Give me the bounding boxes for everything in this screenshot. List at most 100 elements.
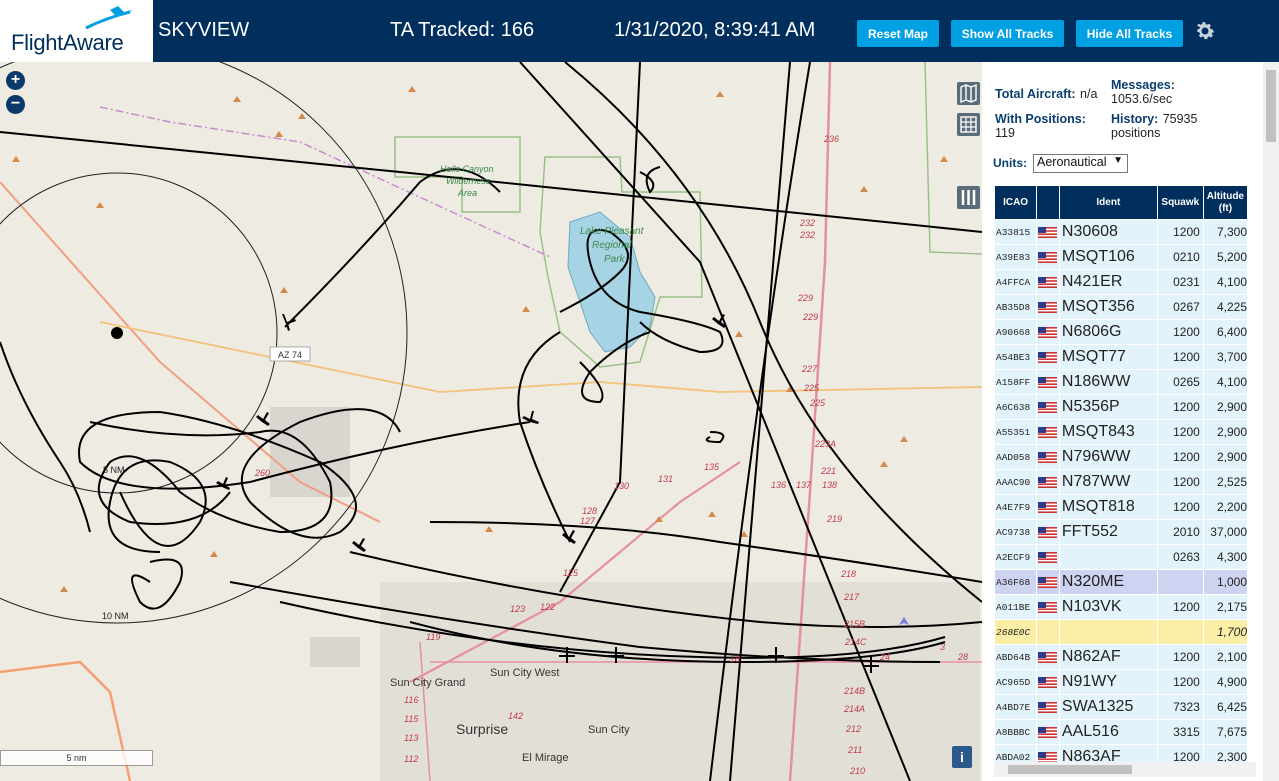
table-row[interactable]: AC965D N91WY 1200 4,900: [995, 670, 1247, 694]
flag-cell: [1037, 495, 1059, 519]
table-row[interactable]: AC9738 FFT552 2010 37,000: [995, 520, 1247, 544]
zoom-in-button[interactable]: +: [6, 71, 25, 90]
svg-text:113: 113: [404, 733, 418, 743]
squawk-cell: 0267: [1157, 295, 1203, 319]
messages-label: Messages:: [1111, 78, 1175, 92]
table-row[interactable]: A39E83 MSQT106 0210 5,200: [995, 245, 1247, 269]
grid-icon[interactable]: [957, 113, 980, 136]
ident-cell: SWA1325: [1059, 695, 1157, 719]
map-layers-icon[interactable]: [957, 82, 980, 105]
svg-text:137: 137: [796, 480, 812, 490]
altitude-cell: 37,000: [1203, 520, 1247, 544]
flag-cell: [1037, 295, 1059, 319]
svg-text:3: 3: [940, 642, 945, 652]
table-row[interactable]: A158FF N186WW 0265 4,100: [995, 370, 1247, 394]
hide-all-tracks-button[interactable]: Hide All Tracks: [1076, 20, 1183, 47]
total-aircraft-label: Total Aircraft:: [995, 87, 1076, 101]
ident-cell: N30608: [1059, 220, 1157, 244]
svg-text:128: 128: [582, 506, 597, 516]
table-row[interactable]: AAAC90 N787WW 1200 2,525: [995, 470, 1247, 494]
table-row[interactable]: A55351 MSQT843 1200 2,900: [995, 420, 1247, 444]
ident-cell: MSQT843: [1059, 420, 1157, 444]
us-flag-icon: [1038, 326, 1058, 338]
column-header-squawk[interactable]: Squawk: [1157, 186, 1203, 219]
flag-cell: [1037, 420, 1059, 444]
column-header-altitude[interactable]: Altitude (ft): [1203, 186, 1247, 219]
table-row[interactable]: A90668 N6806G 1200 6,400: [995, 320, 1247, 344]
units-select[interactable]: Aeronautical ▼: [1033, 154, 1128, 173]
history: History: 75935 positions: [1111, 112, 1197, 140]
icao-cell: A2ECF9: [995, 545, 1037, 569]
us-flag-icon: [1038, 351, 1058, 363]
show-all-tracks-button[interactable]: Show All Tracks: [951, 20, 1064, 47]
ident-cell: MSQT356: [1059, 295, 1157, 319]
flag-cell: [1037, 595, 1059, 619]
messages: Messages: 1053.6/sec: [1111, 78, 1175, 106]
info-icon[interactable]: i: [952, 746, 972, 768]
table-row[interactable]: A6C638 N5356P 1200 2,900: [995, 395, 1247, 419]
map-view[interactable]: Hells Canyon Wilderness Area Lake Pleasa…: [0, 62, 982, 781]
table-row[interactable]: A8BBBC AAL516 3315 7,675: [995, 720, 1247, 744]
svg-text:Hells Canyon: Hells Canyon: [440, 164, 494, 174]
flag-cell: [1037, 470, 1059, 494]
ident-cell: N796WW: [1059, 445, 1157, 469]
svg-text:El Mirage: El Mirage: [522, 752, 568, 764]
history-label: History:: [1111, 112, 1159, 126]
altitude-cell: 7,675: [1203, 720, 1247, 744]
table-row[interactable]: A33815 N30608 1200 7,300: [995, 220, 1247, 244]
flightaware-logo[interactable]: FlightAware: [0, 0, 153, 62]
table-row[interactable]: ABD64B N862AF 1200 2,100: [995, 645, 1247, 669]
reset-map-button[interactable]: Reset Map: [857, 20, 939, 47]
ident-cell: N91WY: [1059, 670, 1157, 694]
horizontal-scroll-thumb[interactable]: [1008, 765, 1132, 774]
squawk-cell: 1200: [1157, 420, 1203, 444]
column-header-flag[interactable]: [1037, 186, 1059, 219]
ident-cell: N862AF: [1059, 645, 1157, 669]
gear-icon[interactable]: [1193, 19, 1217, 43]
altitude-cell: 2,525: [1203, 470, 1247, 494]
flag-cell: [1037, 545, 1059, 569]
svg-text:Park: Park: [604, 254, 626, 265]
svg-text:127: 127: [580, 516, 596, 526]
table-row[interactable]: A4FFCA N421ER 0231 4,100: [995, 270, 1247, 294]
total-aircraft: Total Aircraft: n/a: [995, 85, 1097, 103]
squawk-cell: 1200: [1157, 495, 1203, 519]
table-row[interactable]: A011BE N103VK 1200 2,175: [995, 595, 1247, 619]
us-flag-icon: [1038, 726, 1058, 738]
ident-cell: AAL516: [1059, 720, 1157, 744]
flag-cell: [1037, 695, 1059, 719]
column-header-ident[interactable]: Ident: [1059, 186, 1157, 219]
svg-text:236: 236: [823, 134, 839, 144]
svg-text:210: 210: [849, 766, 865, 776]
flag-cell: [1037, 570, 1059, 594]
icao-cell: A4FFCA: [995, 270, 1037, 294]
hells-canyon-boundary: [394, 136, 521, 213]
squawk-cell: 0263: [1157, 545, 1203, 569]
column-header-icao[interactable]: ICAO: [995, 186, 1037, 219]
us-flag-icon: [1038, 751, 1058, 763]
table-row[interactable]: AAD058 N796WW 1200 2,900: [995, 445, 1247, 469]
svg-text:142: 142: [508, 711, 523, 721]
table-row[interactable]: A4E7F9 MSQT818 1200 2,200: [995, 495, 1247, 519]
column-toggle-icon[interactable]: [957, 186, 980, 209]
squawk-cell: 0210: [1157, 245, 1203, 269]
svg-text:Surprise: Surprise: [456, 721, 508, 737]
altitude-cell: 2,900: [1203, 445, 1247, 469]
az74-road: [99, 321, 982, 393]
table-row[interactable]: AB35D8 MSQT356 0267 4,225: [995, 295, 1247, 319]
ident-cell: N320ME: [1059, 570, 1157, 594]
table-row[interactable]: A4BD7E SWA1325 7323 6,425: [995, 695, 1247, 719]
us-flag-icon: [1038, 451, 1058, 463]
altitude-cell: 6,400: [1203, 320, 1247, 344]
zoom-out-button[interactable]: −: [6, 95, 25, 114]
vertical-scrollbar[interactable]: [1263, 62, 1279, 781]
table-row[interactable]: A2ECF9 0263 4,300: [995, 545, 1247, 569]
icao-cell: A158FF: [995, 370, 1037, 394]
table-row[interactable]: 268E0C 1,700: [995, 620, 1247, 644]
svg-text:116: 116: [404, 695, 418, 705]
vertical-scroll-thumb[interactable]: [1266, 70, 1276, 142]
svg-text:138: 138: [822, 480, 837, 490]
table-row[interactable]: A36F68 N320ME 1,000: [995, 570, 1247, 594]
svg-text:227: 227: [801, 364, 818, 374]
table-row[interactable]: A54BE3 MSQT77 1200 3,700: [995, 345, 1247, 369]
